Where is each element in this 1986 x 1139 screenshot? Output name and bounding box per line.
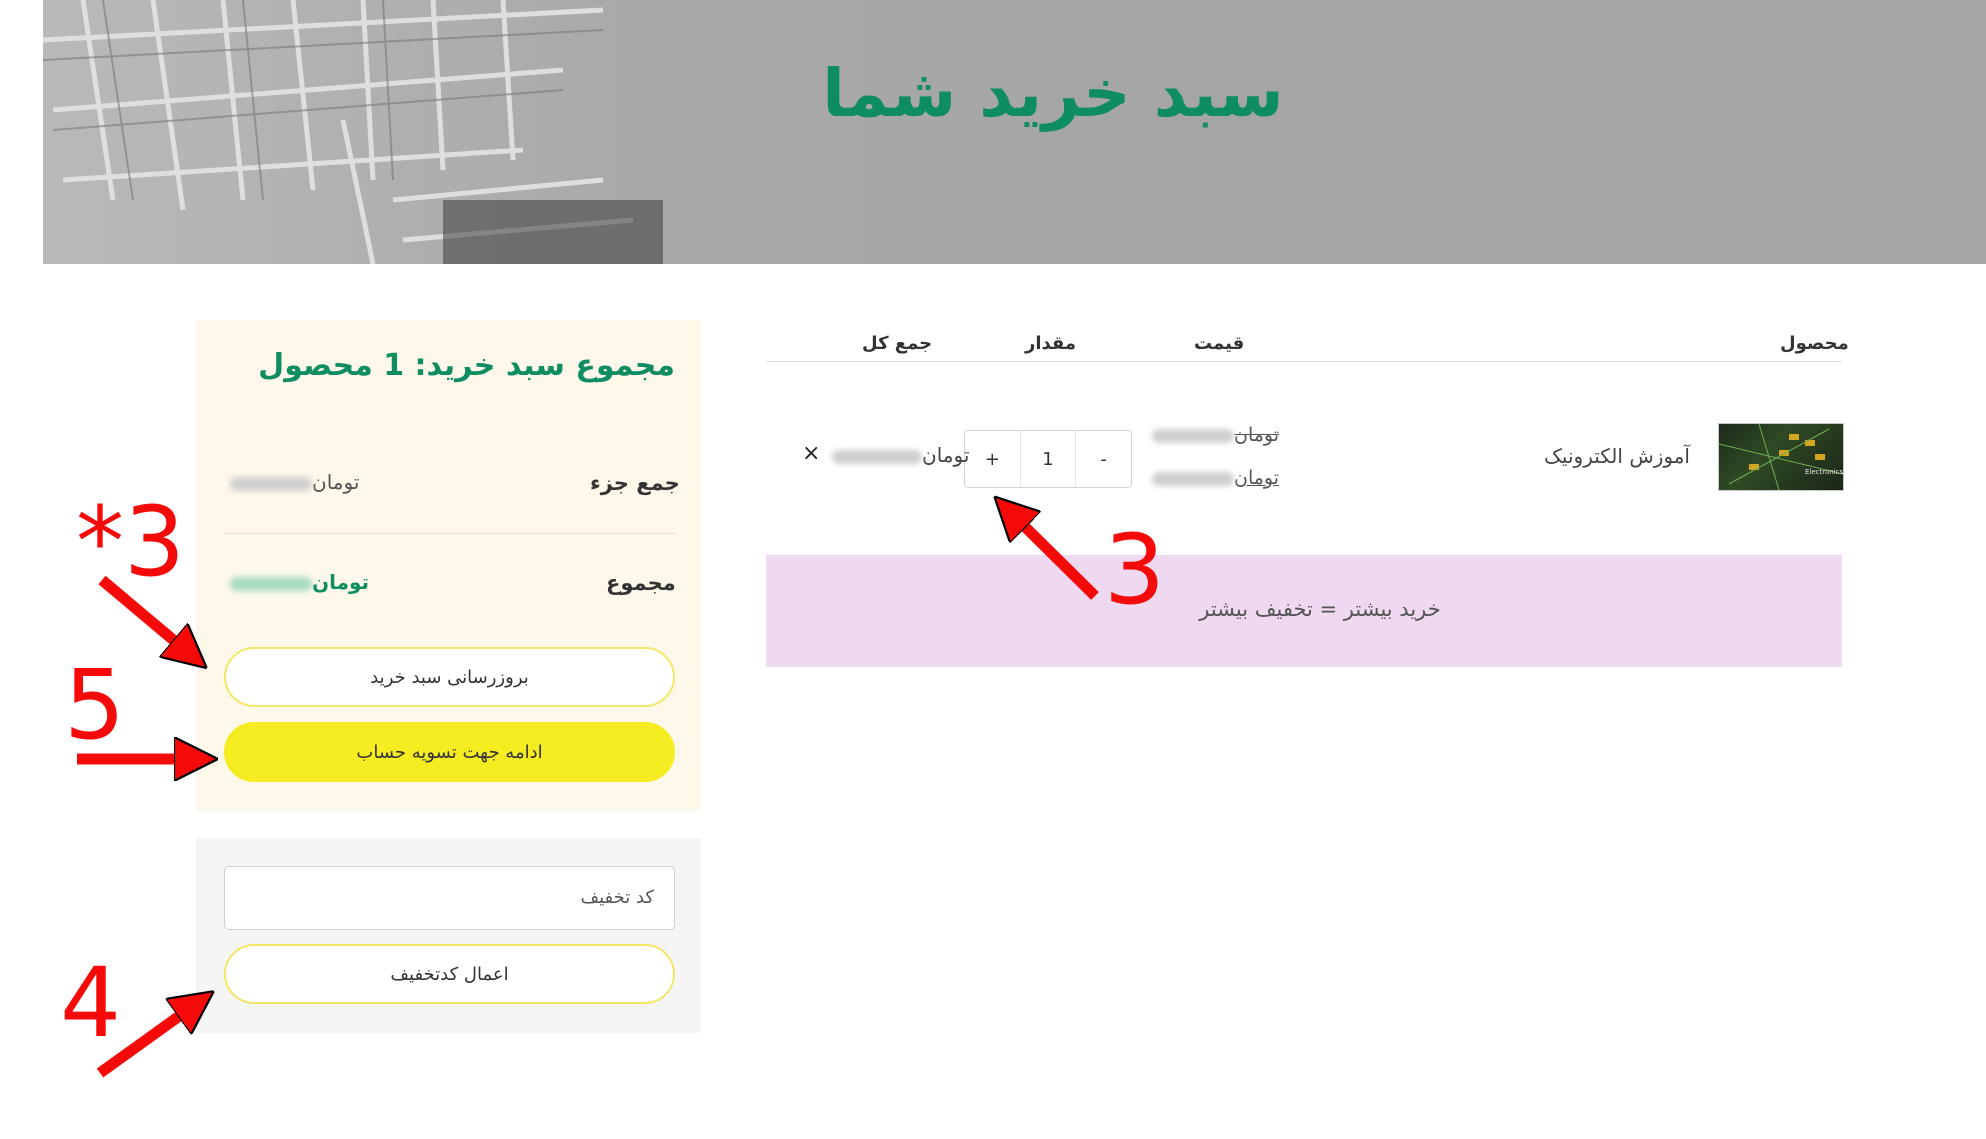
total-label: مجموع: [606, 571, 676, 595]
line-total: تومان: [826, 443, 969, 467]
price-old-value-redacted: [1152, 428, 1234, 443]
remove-item-icon[interactable]: ×: [802, 441, 820, 466]
price-new-currency: تومان: [1234, 467, 1280, 489]
line-total-currency: تومان: [922, 443, 970, 467]
svg-text:Electronics: Electronics: [1805, 468, 1843, 476]
update-cart-button[interactable]: بروزرسانی سبد خرید: [224, 647, 675, 707]
subtotal-value: تومان: [224, 470, 359, 494]
line-total-value-redacted: [832, 449, 922, 464]
cart-totals-title: مجموع سبد خرید: 1 محصول: [258, 348, 675, 383]
product-thumbnail[interactable]: Electronics: [1718, 423, 1844, 491]
coupon-code-input[interactable]: کد تخفیف: [224, 866, 675, 930]
hero-banner: سبد خرید شما: [43, 0, 1986, 264]
price-new: تومان: [1146, 467, 1279, 489]
subtotal-currency: تومان: [312, 470, 360, 494]
qty-value-input[interactable]: 1: [1019, 431, 1076, 487]
total-redacted: [230, 576, 312, 591]
annotation-4: 4: [60, 947, 122, 1059]
annotation-3: 3: [1104, 514, 1166, 626]
header-price: قیمت: [1194, 333, 1245, 354]
subtotal-label: جمع جزء: [590, 471, 680, 495]
page-title: سبد خرید شما: [822, 55, 1284, 132]
circuit-board-image: Electronics: [1719, 424, 1843, 490]
header-product: محصول: [1780, 333, 1849, 354]
apply-coupon-button[interactable]: اعمال کدتخفیف: [224, 944, 675, 1004]
total-currency: تومان: [312, 570, 370, 594]
annotation-5: 5: [64, 649, 126, 761]
qty-minus-button[interactable]: -: [1075, 431, 1131, 487]
price-old-currency: تومان: [1234, 424, 1280, 446]
product-name-link[interactable]: آموزش الکترونیک: [1500, 444, 1690, 468]
qty-plus-button[interactable]: +: [965, 431, 1020, 487]
subtotal-redacted: [230, 476, 312, 491]
header-total: جمع کل: [862, 333, 933, 354]
checkout-button[interactable]: ادامه جهت تسویه حساب: [224, 722, 675, 782]
header-divider: [766, 361, 1842, 362]
price-old: تومان: [1146, 424, 1279, 446]
header-quantity: مقدار: [1025, 333, 1077, 354]
annotation-3-star: *3: [76, 486, 186, 598]
shopping-cart-image: [43, 0, 663, 264]
total-value: تومان: [224, 570, 369, 594]
totals-divider: [224, 533, 675, 534]
price-new-value-redacted: [1152, 471, 1234, 486]
quantity-stepper: + 1 -: [964, 430, 1132, 488]
